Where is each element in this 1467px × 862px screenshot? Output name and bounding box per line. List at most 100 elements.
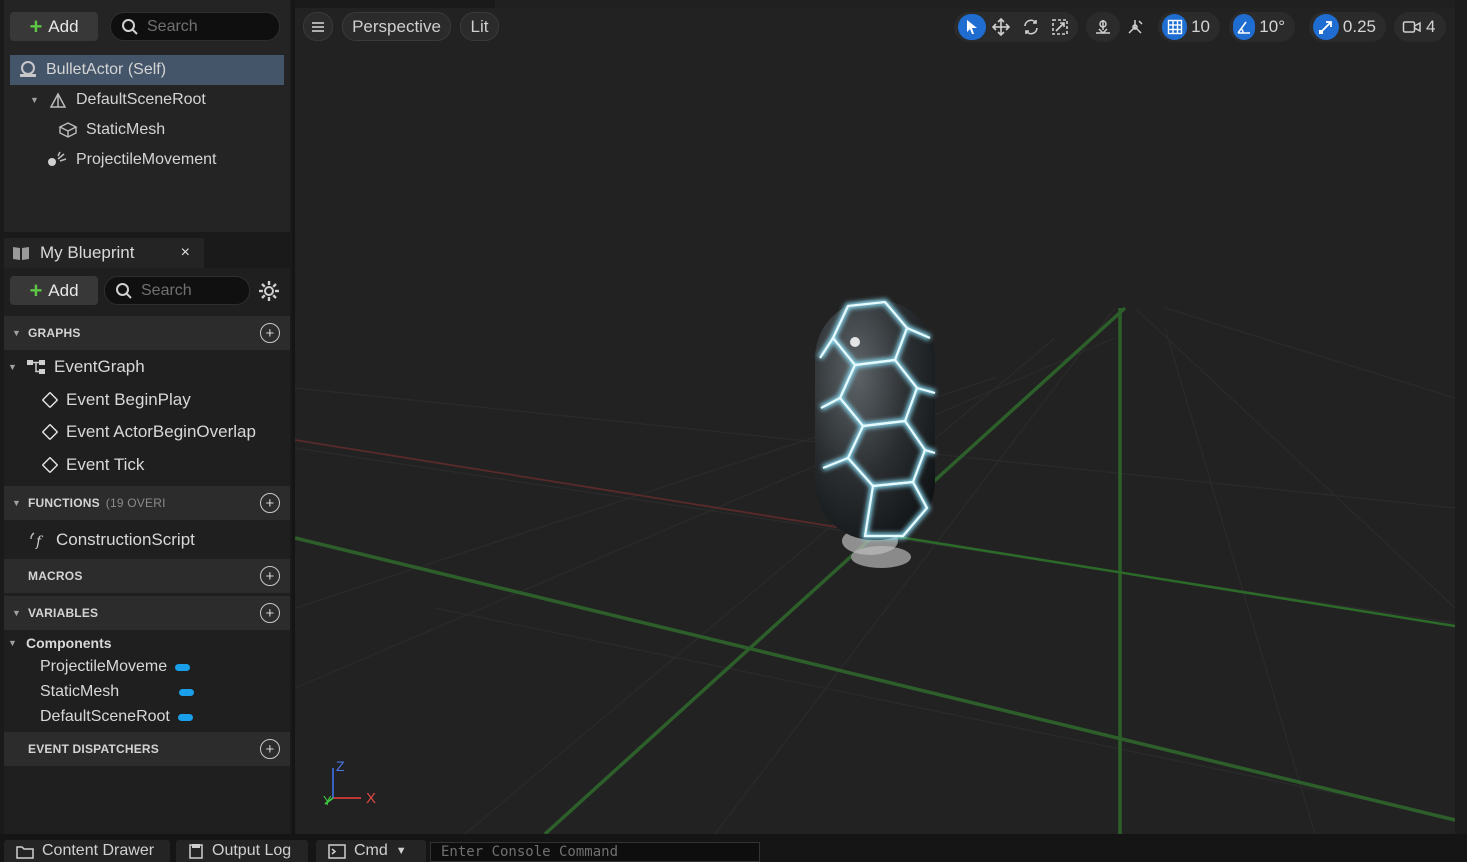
section-macros[interactable]: MACROS +	[4, 559, 290, 593]
add-component-button[interactable]: + Add	[10, 12, 98, 41]
console-command-input[interactable]: Enter Console Command	[430, 842, 760, 862]
variable-category-components[interactable]: ▼ Components	[8, 631, 112, 655]
function-label: ConstructionScript	[56, 530, 195, 549]
scale-snap-group: 0.25	[1309, 12, 1386, 42]
tab-label: My Blueprint	[40, 243, 135, 262]
search-icon	[122, 18, 138, 35]
scale-icon	[1052, 19, 1069, 35]
grid-snap-toggle[interactable]	[1162, 14, 1188, 40]
tree-item-label: StaticMesh	[86, 121, 166, 138]
rotation-snap-toggle[interactable]	[1233, 14, 1256, 40]
variable-label: DefaultSceneRoot	[40, 708, 170, 725]
add-variable-icon[interactable]: +	[260, 603, 280, 623]
tab-my-blueprint[interactable]: My Blueprint ×	[4, 238, 204, 268]
gear-icon[interactable]	[258, 280, 280, 302]
collapse-arrow-icon: ▼	[12, 498, 22, 508]
tree-item-bulletactor[interactable]: BulletActor (Self)	[10, 55, 284, 85]
scale-snap-value[interactable]: 0.25	[1341, 17, 1382, 37]
add-graph-icon[interactable]: +	[260, 323, 280, 343]
content-drawer-label: Content Drawer	[42, 842, 155, 859]
rotation-snap-value[interactable]: 10°	[1257, 17, 1291, 37]
components-search-input[interactable]: Search	[110, 12, 280, 41]
add-macro-icon[interactable]: +	[260, 566, 280, 586]
camera-speed-group: 4	[1394, 12, 1446, 42]
event-label: Event BeginPlay	[66, 390, 191, 409]
tree-item-label: ProjectileMovement	[76, 151, 217, 168]
content-drawer-button[interactable]: Content Drawer	[4, 840, 170, 862]
axis-z-label: Z	[336, 758, 345, 774]
projectile-movement-icon	[48, 151, 67, 166]
move-icon	[992, 18, 1011, 36]
variable-type-pill	[177, 713, 193, 721]
perspective-button[interactable]: Perspective	[342, 12, 451, 41]
grid-snap-value[interactable]: 10	[1189, 17, 1216, 37]
svg-text:f: f	[35, 534, 44, 550]
blueprint-search-input[interactable]: Search	[104, 276, 250, 305]
tree-item-eventgraph[interactable]: ▼ EventGraph	[8, 352, 145, 382]
perspective-label: Perspective	[352, 16, 441, 36]
level-viewport[interactable]: X Z Y Perspective Lit 10 10° 0.25 4	[295, 8, 1455, 834]
event-icon	[41, 456, 59, 474]
tree-item-label: DefaultSceneRoot	[76, 91, 206, 108]
section-label: GRAPHS	[28, 326, 81, 340]
add-blueprint-item-button[interactable]: + Add	[10, 276, 98, 305]
bottom-status-bar: Content Drawer Output Log Cmd ▼ Enter Co…	[0, 834, 1467, 862]
collapse-arrow-icon[interactable]: ▼	[8, 362, 18, 372]
section-label: VARIABLES	[28, 606, 99, 620]
add-label: Add	[48, 280, 79, 300]
scale-snap-icon	[1318, 21, 1332, 34]
world-local-group	[1121, 12, 1153, 42]
cmd-label: Cmd	[354, 842, 388, 859]
lit-label: Lit	[470, 16, 489, 36]
event-item[interactable]: Event ActorBeginOverlap	[41, 417, 256, 447]
surface-snap-tool[interactable]	[1089, 14, 1117, 40]
close-tab-icon[interactable]: ×	[181, 244, 190, 262]
camera-icon	[1402, 21, 1421, 33]
cmd-dropdown[interactable]: Cmd ▼	[316, 840, 426, 862]
add-function-icon[interactable]: +	[260, 493, 280, 513]
select-tool[interactable]	[958, 14, 986, 40]
lit-button[interactable]: Lit	[460, 12, 499, 41]
collapse-arrow-icon: ▼	[12, 608, 22, 618]
tree-item-defaultsceneroot[interactable]: ▼ DefaultSceneRoot	[30, 85, 206, 115]
viewport-scene	[295, 298, 1455, 834]
surface-snap-icon	[1096, 20, 1110, 35]
scale-snap-toggle[interactable]	[1313, 14, 1339, 40]
section-note: (19 OVERI	[105, 496, 166, 510]
rotation-snap-group: 10°	[1229, 12, 1295, 42]
section-event-dispatchers[interactable]: EVENT DISPATCHERS +	[4, 732, 290, 766]
variable-type-pill	[175, 663, 191, 671]
scale-tool[interactable]	[1047, 14, 1075, 40]
variable-label: ProjectileMoveme	[40, 658, 168, 675]
collapse-arrow-icon[interactable]: ▼	[8, 638, 18, 648]
search-placeholder: Search	[141, 281, 192, 299]
output-log-button[interactable]: Output Log	[176, 840, 308, 862]
axis-x-label: X	[366, 790, 377, 807]
tree-item-projectilemovement[interactable]: ProjectileMovement	[46, 145, 217, 175]
static-mesh-icon	[58, 122, 78, 138]
section-functions[interactable]: ▼ FUNCTIONS (19 OVERI +	[4, 486, 290, 520]
variable-item[interactable]: DefaultSceneRoot	[40, 705, 193, 729]
event-item[interactable]: Event BeginPlay	[41, 385, 191, 415]
collapse-arrow-icon[interactable]: ▼	[30, 95, 40, 105]
event-item[interactable]: Event Tick	[41, 450, 144, 480]
viewport-options-button[interactable]	[303, 12, 333, 41]
left-column: + Add Search BulletActor (Self) ▼ Defaul…	[0, 0, 292, 834]
event-icon	[41, 423, 59, 441]
surface-snap-group	[1086, 12, 1120, 42]
variable-item[interactable]: StaticMesh	[40, 680, 195, 704]
tree-item-staticmesh[interactable]: StaticMesh	[58, 115, 165, 145]
world-local-toggle[interactable]	[1121, 14, 1149, 40]
rotate-tool[interactable]	[1017, 14, 1045, 40]
camera-speed-value[interactable]: 4	[1424, 17, 1441, 37]
move-tool[interactable]	[988, 14, 1016, 40]
section-variables[interactable]: ▼ VARIABLES +	[4, 596, 290, 630]
function-item[interactable]: f ConstructionScript	[28, 525, 195, 555]
variable-item[interactable]: ProjectileMoveme	[40, 655, 191, 679]
folder-icon	[16, 846, 34, 859]
grid-snap-group: 10	[1158, 12, 1220, 42]
section-graphs[interactable]: ▼ GRAPHS +	[4, 316, 290, 350]
variable-type-pill	[179, 688, 195, 696]
plus-icon: +	[29, 277, 43, 303]
add-dispatcher-icon[interactable]: +	[260, 739, 280, 759]
